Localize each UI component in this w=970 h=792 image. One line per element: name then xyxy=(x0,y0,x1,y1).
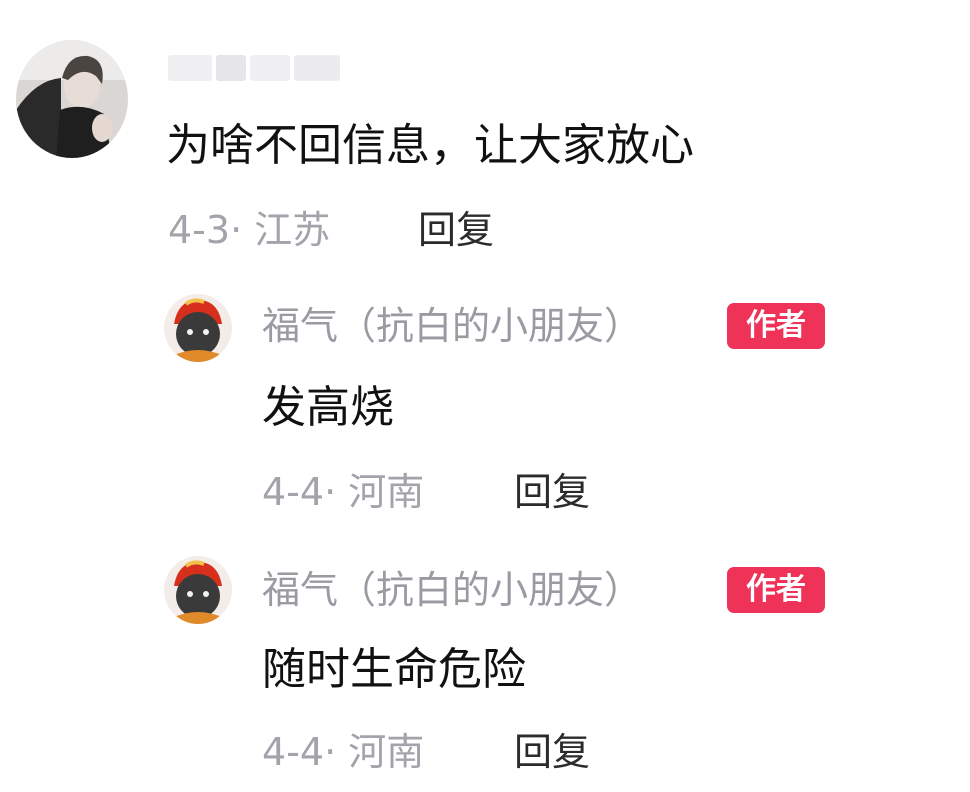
reply-avatar[interactable] xyxy=(164,556,232,624)
author-badge: 作者 xyxy=(727,303,825,349)
reply-reply-button[interactable]: 回复 xyxy=(514,728,590,776)
reply-text: 发高烧 xyxy=(262,382,394,433)
comment-meta: 4-3· 江苏 xyxy=(168,208,331,252)
reply-reply-button[interactable]: 回复 xyxy=(514,468,590,516)
reply-text: 随时生命危险 xyxy=(262,644,526,695)
comment-text: 为啥不回信息，让大家放心 xyxy=(166,120,694,171)
reply-avatar[interactable] xyxy=(164,294,232,362)
reply-meta: 4-4· 河南 xyxy=(262,730,425,774)
commenter-name-blurred[interactable] xyxy=(168,46,340,90)
reply-username[interactable]: 福气（抗白的小朋友） xyxy=(262,566,642,614)
reply-username[interactable]: 福气（抗白的小朋友） xyxy=(262,302,642,350)
commenter-avatar[interactable] xyxy=(16,40,128,158)
comment-reply-button[interactable]: 回复 xyxy=(418,206,494,254)
author-badge: 作者 xyxy=(727,567,825,613)
reply-meta: 4-4· 河南 xyxy=(262,470,425,514)
